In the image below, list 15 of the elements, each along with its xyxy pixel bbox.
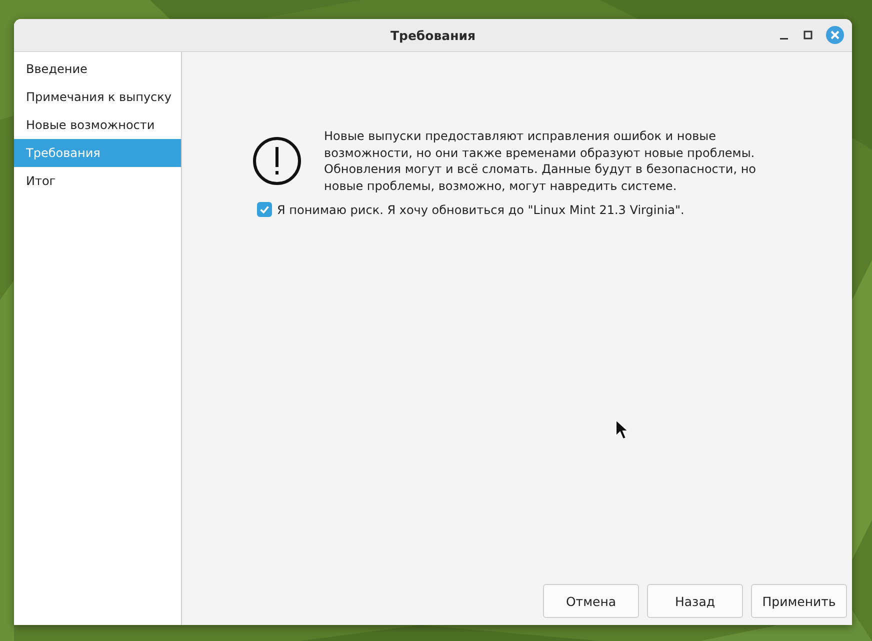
- checkbox[interactable]: [257, 202, 272, 217]
- checkbox-label[interactable]: Я понимаю риск. Я хочу обновиться до "Linux Mint 21.3 Virginia".: [277, 202, 684, 216]
- sidebar-item[interactable]: Итог: [14, 167, 181, 195]
- dialog-button[interactable]: Применить: [751, 584, 847, 618]
- dialog-button[interactable]: Назад: [647, 584, 743, 618]
- sidebar-item[interactable]: Новые возможности: [14, 111, 181, 139]
- dialog-button[interactable]: Отмена: [543, 584, 639, 618]
- maximize-icon[interactable]: [802, 29, 814, 41]
- window-title: Требования: [389, 28, 477, 42]
- warning-message: Новые выпуски предоставляют исправления ошибок и новые возможности, но они также временами образуют новые проблемы. Обновления могут и всё сломать. Данные будут в безопасности, но новые проблемы, возможно, могут навредить системе.: [324, 128, 758, 194]
- pointer-icon: [615, 419, 629, 441]
- warning-icon: [252, 136, 302, 186]
- sidebar-item[interactable]: Примечания к выпуску: [14, 83, 181, 111]
- sidebar-item[interactable]: Введение: [14, 55, 181, 83]
- close-icon[interactable]: [826, 26, 844, 44]
